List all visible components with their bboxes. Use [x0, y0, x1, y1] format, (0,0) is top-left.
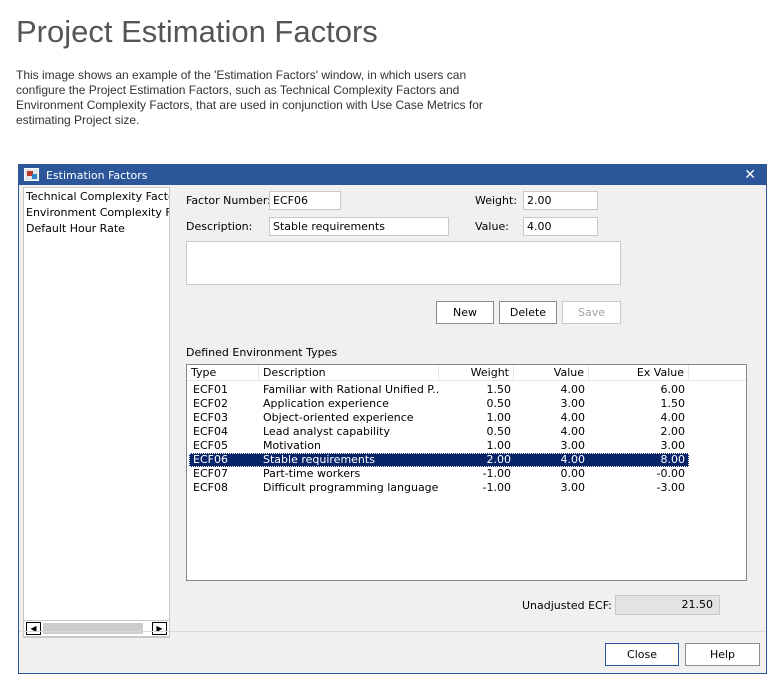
page-title: Project Estimation Factors — [16, 14, 378, 49]
weight-label: Weight: — [475, 194, 518, 207]
footer-divider — [19, 631, 766, 632]
cell-value: 4.00 — [560, 453, 586, 466]
table-header: Type Description Weight Value Ex Value — [187, 365, 746, 381]
cell-description: Motivation — [263, 439, 321, 452]
table-row[interactable]: ECF07 Part-time workers -1.00 0.00 -0.00 — [189, 467, 689, 481]
cell-description: Familiar with Rational Unified P... — [263, 383, 439, 396]
list-item-environment-complexity-factors[interactable]: Environment Complexity Factors — [26, 206, 169, 222]
unadjusted-ecf-field: 21.50 — [615, 595, 720, 615]
intro-paragraph: This image shows an example of the 'Esti… — [16, 68, 483, 127]
cell-value: 3.00 — [560, 397, 586, 410]
cell-value: 3.00 — [560, 481, 586, 494]
description-label: Description: — [186, 220, 253, 233]
cell-weight: 1.50 — [486, 383, 512, 396]
estimation-factors-window: Estimation Factors ✕ Technical Complexit… — [18, 164, 767, 674]
table-row[interactable]: ECF04 Lead analyst capability 0.50 4.00 … — [189, 425, 689, 439]
help-button[interactable]: Help — [685, 643, 760, 666]
cell-type: ECF03 — [193, 411, 228, 424]
description-field[interactable]: Stable requirements — [269, 217, 449, 236]
cell-type: ECF08 — [193, 481, 228, 494]
cell-description: Stable requirements — [263, 453, 375, 466]
cell-type: ECF02 — [193, 397, 228, 410]
cell-ex-value: -0.00 — [656, 467, 685, 480]
cell-type: ECF05 — [193, 439, 228, 452]
cell-weight: -1.00 — [482, 467, 511, 480]
table-row[interactable]: ECF01 Familiar with Rational Unified P..… — [189, 383, 689, 397]
new-button[interactable]: New — [436, 301, 494, 324]
cell-weight: -1.00 — [482, 481, 511, 494]
cell-description: Application experience — [263, 397, 389, 410]
cell-weight: 2.00 — [486, 453, 512, 466]
weight-field[interactable]: 2.00 — [523, 191, 598, 210]
factor-number-field[interactable]: ECF06 — [269, 191, 341, 210]
environment-types-table[interactable]: Type Description Weight Value Ex Value E… — [186, 364, 747, 581]
column-header-value[interactable]: Value — [514, 365, 589, 381]
column-header-ex-value[interactable]: Ex Value — [589, 365, 689, 381]
delete-button[interactable]: Delete — [499, 301, 557, 324]
cell-description: Difficult programming language — [263, 481, 439, 494]
cell-value: 0.00 — [560, 467, 586, 480]
window-titlebar[interactable]: Estimation Factors ✕ — [19, 165, 766, 185]
value-label: Value: — [475, 220, 509, 233]
cell-value: 4.00 — [560, 383, 586, 396]
cell-weight: 0.50 — [486, 425, 512, 438]
close-button[interactable]: Close — [605, 643, 679, 666]
cell-description: Lead analyst capability — [263, 425, 390, 438]
cell-type: ECF01 — [193, 383, 228, 396]
factor-number-label: Factor Number: — [186, 194, 271, 207]
cell-type: ECF07 — [193, 467, 228, 480]
column-header-description[interactable]: Description — [259, 365, 439, 381]
cell-description: Object-oriented experience — [263, 411, 414, 424]
notes-textarea[interactable] — [186, 241, 621, 285]
cell-weight: 0.50 — [486, 397, 512, 410]
cell-value: 4.00 — [560, 411, 586, 424]
cell-ex-value: 8.00 — [660, 453, 686, 466]
scroll-left-arrow-icon[interactable]: ◀ — [26, 622, 41, 635]
cell-weight: 1.00 — [486, 411, 512, 424]
table-caption: Defined Environment Types — [186, 346, 338, 359]
table-row[interactable]: ECF02 Application experience 0.50 3.00 1… — [189, 397, 689, 411]
cell-value: 4.00 — [560, 425, 586, 438]
list-item-default-hour-rate[interactable]: Default Hour Rate — [26, 222, 169, 238]
cell-ex-value: 3.00 — [660, 439, 686, 452]
unadjusted-ecf-label: Unadjusted ECF: — [522, 599, 612, 612]
column-header-weight[interactable]: Weight — [439, 365, 514, 381]
table-row[interactable]: ECF08 Difficult programming language -1.… — [189, 481, 689, 495]
table-row[interactable]: ECF03 Object-oriented experience 1.00 4.… — [189, 411, 689, 425]
cell-type: ECF06 — [193, 453, 228, 466]
factor-category-list[interactable]: Technical Complexity Factors Environment… — [23, 187, 170, 638]
list-item-technical-complexity-factors[interactable]: Technical Complexity Factors — [26, 190, 169, 206]
window-title: Estimation Factors — [46, 169, 148, 182]
scroll-right-arrow-icon[interactable]: ▶ — [152, 622, 167, 635]
save-button[interactable]: Save — [562, 301, 621, 324]
horizontal-scrollbar[interactable]: ◀ ▶ — [23, 620, 170, 637]
value-field[interactable]: 4.00 — [523, 217, 598, 236]
app-icon — [24, 168, 39, 181]
cell-ex-value: 4.00 — [660, 411, 686, 424]
cell-ex-value: 1.50 — [660, 397, 686, 410]
cell-ex-value: 6.00 — [660, 383, 686, 396]
close-icon[interactable]: ✕ — [744, 167, 756, 183]
cell-ex-value: 2.00 — [660, 425, 686, 438]
cell-value: 3.00 — [560, 439, 586, 452]
cell-ex-value: -3.00 — [656, 481, 685, 494]
cell-weight: 1.00 — [486, 439, 512, 452]
table-row[interactable]: ECF05 Motivation 1.00 3.00 3.00 — [189, 439, 689, 453]
scrollbar-thumb[interactable] — [43, 623, 143, 634]
column-header-type[interactable]: Type — [187, 365, 259, 381]
cell-description: Part-time workers — [263, 467, 361, 480]
cell-type: ECF04 — [193, 425, 228, 438]
table-row-selected[interactable]: ECF06 Stable requirements 2.00 4.00 8.00 — [189, 453, 689, 467]
